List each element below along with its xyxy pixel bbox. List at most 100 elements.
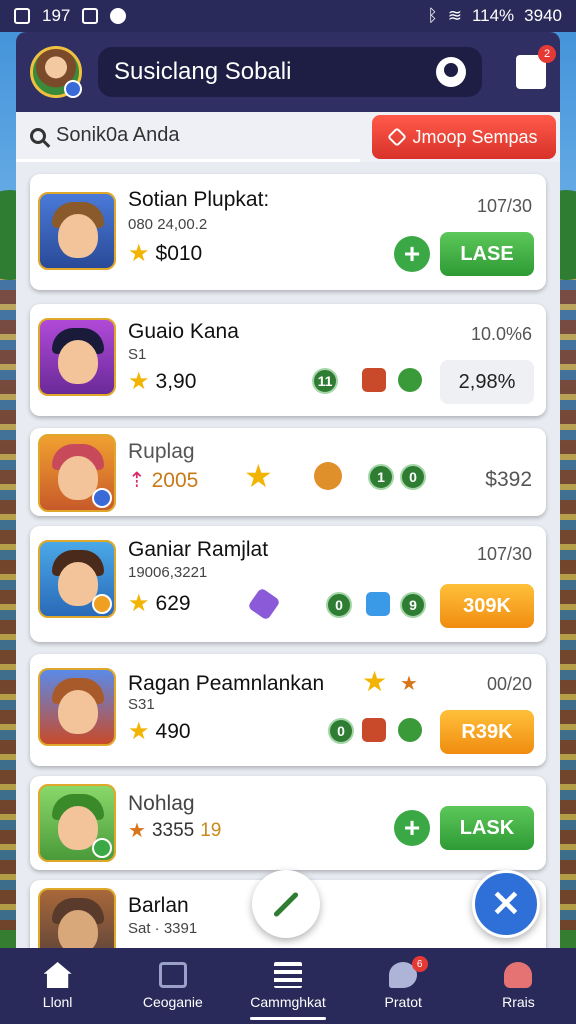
profile-icon[interactable]	[436, 57, 466, 87]
time-text: 3940	[524, 6, 562, 25]
row-action-button[interactable]: LASK	[440, 806, 534, 850]
coin-icon: 0	[400, 464, 426, 490]
item-icon	[362, 368, 386, 392]
cookie-icon	[314, 462, 342, 490]
close-icon: ✕	[490, 883, 522, 924]
coin-icon: 1	[368, 464, 394, 490]
player-sub: S31	[128, 696, 155, 713]
player-name: Ganiar Ramjlat	[128, 538, 269, 561]
avatar[interactable]	[30, 46, 82, 98]
star-icon: ★	[128, 590, 150, 617]
gift-icon	[398, 718, 422, 742]
app-header: Susiclang Sobali 2	[16, 32, 560, 112]
player-name: Guaio Kana	[128, 320, 239, 343]
add-icon[interactable]: +	[394, 236, 430, 272]
coin-icon: 9	[400, 592, 426, 618]
player-name: Ruplag	[128, 440, 195, 463]
nav-label: Llonl	[42, 994, 73, 1010]
action-button[interactable]: Jmoop Sempas	[372, 115, 556, 159]
player-avatar	[38, 668, 116, 746]
star-small-icon: ★	[400, 673, 418, 695]
edit-fab[interactable]	[252, 870, 320, 938]
tag-icon	[387, 127, 408, 147]
add-icon[interactable]: +	[394, 810, 430, 846]
player-sub: 080 24,00.2	[128, 216, 208, 233]
bag-icon	[158, 962, 187, 988]
list-item[interactable]: Sotian Plupkat: 080 24,00.2 ★ $010 107/30…	[30, 174, 546, 290]
star-icon: ★	[128, 820, 146, 842]
search-input[interactable]: Sonik0a Anda	[16, 112, 360, 162]
status-left-text: 197	[42, 6, 71, 25]
score-value: 3355	[151, 820, 195, 841]
score-value: 3,90	[155, 370, 197, 393]
player-avatar	[38, 434, 116, 512]
arrow-up-icon: ⇡	[128, 469, 146, 492]
sim-icon	[14, 8, 30, 24]
nav-label: Ceoganie	[142, 994, 203, 1010]
list-icon	[274, 962, 302, 988]
avatar-badge-icon	[64, 80, 82, 98]
star-icon: ★	[128, 368, 150, 395]
player-score: ★ 3,90	[128, 370, 196, 394]
nav-item-list[interactable]: Cammghkat	[230, 948, 345, 1024]
star-icon: ★	[244, 458, 273, 494]
nav-label: Rrais	[502, 994, 535, 1010]
player-avatar	[38, 318, 116, 396]
list-item[interactable]: Guaio Kana S1 ★ 3,90 10.0%6 11 2,98%	[30, 304, 546, 416]
status-bar: 197 ᛒ ≋ 114% 3940	[0, 0, 576, 32]
star-icon: ★	[128, 240, 150, 267]
star-icon: ★	[362, 666, 388, 697]
search-row: Sonik0a Anda Jmoop Sempas	[16, 112, 560, 162]
candy-icon	[247, 587, 281, 621]
star-icon: ★	[128, 718, 150, 745]
score-value: 629	[155, 592, 191, 615]
player-score: ★ 3355 19	[128, 820, 221, 842]
battery-text: 114%	[471, 6, 515, 25]
player-score: ★ 490	[128, 720, 191, 744]
coin-icon: 0	[326, 592, 352, 618]
player-name: Sotian Plupkat:	[128, 188, 270, 211]
player-stat: 107/30	[476, 544, 532, 564]
player-sub: S1	[128, 346, 147, 363]
player-score: ★ $010	[128, 242, 202, 266]
title-bar[interactable]: Susiclang Sobali	[98, 47, 482, 97]
action-button-label: Jmoop Sempas	[412, 126, 538, 147]
row-action-button[interactable]: 309K	[440, 584, 534, 628]
row-action-button[interactable]: R39K	[440, 710, 534, 754]
row-action-button[interactable]: LASE	[440, 232, 534, 276]
player-stat: 10.0%6	[470, 324, 532, 344]
player-list: Sotian Plupkat: 080 24,00.2 ★ $010 107/30…	[16, 162, 560, 948]
player-stat: 00/20	[486, 674, 532, 694]
player-sub: 19006,3221	[128, 564, 208, 581]
score-extra: 19	[200, 820, 222, 841]
search-icon	[30, 127, 46, 144]
search-placeholder: Sonik0a Anda	[56, 124, 180, 146]
score-value: $010	[155, 242, 203, 265]
nav-item-profile[interactable]: Rrais	[461, 948, 576, 1024]
close-fab[interactable]: ✕	[472, 870, 540, 938]
gift-icon	[398, 368, 422, 392]
nav-item-home[interactable]: Llonl	[0, 948, 115, 1024]
notification-badge: 2	[538, 45, 556, 63]
nav-item-chat[interactable]: 6 Pratot	[346, 948, 461, 1024]
shield-icon	[110, 8, 127, 24]
row-action-button[interactable]: 2,98%	[440, 360, 534, 404]
bluetooth-icon: ᛒ	[427, 6, 438, 25]
coin-icon: 11	[312, 368, 338, 394]
player-stat: 107/30	[476, 196, 532, 216]
player-sub: Sat · 3391	[128, 920, 198, 937]
item-icon	[362, 718, 386, 742]
list-item[interactable]: Ruplag ⇡ 2005 ★ 1 0 $392	[30, 428, 546, 516]
list-item[interactable]: Ragan Peamnlankan S31 ★ 490 ★ ★ 00/20 0 R…	[30, 654, 546, 766]
list-item[interactable]: Nohlag ★ 3355 19 + LASK	[30, 776, 546, 870]
player-avatar	[38, 192, 116, 270]
document-icon[interactable]: 2	[516, 45, 556, 89]
list-item[interactable]: Ganiar Ramjlat 19006,3221 ★ 629 107/30 0 …	[30, 526, 546, 642]
score-value: 490	[155, 720, 191, 743]
player-stat: $392	[485, 468, 532, 491]
home-icon	[43, 962, 72, 988]
nav-label: Cammghkat	[250, 994, 326, 1010]
coin-icon: 0	[328, 718, 354, 744]
nav-item-category[interactable]: Ceoganie	[115, 948, 230, 1024]
box-icon	[366, 592, 390, 616]
